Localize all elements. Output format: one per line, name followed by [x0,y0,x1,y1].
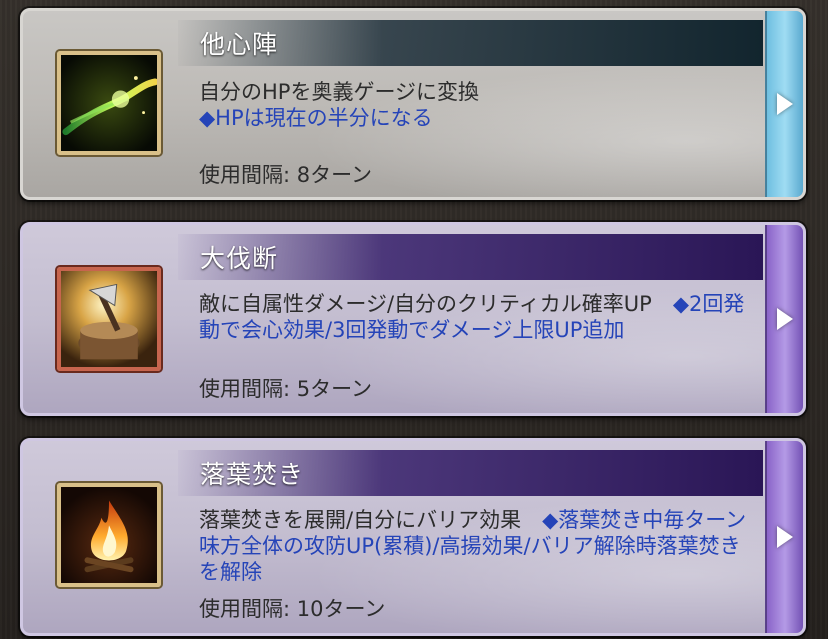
skill-description-main: 自分のHPを奥義ゲージに変換 [199,80,480,104]
green-wave-icon [57,51,161,155]
expand-arrow-button[interactable] [765,441,803,633]
skill-name: 落葉焚き [200,460,305,489]
expand-arrow-button[interactable] [765,225,803,413]
arrow-right-icon [777,308,793,330]
skill-name: 他心陣 [200,30,279,59]
arrow-right-icon [777,93,793,115]
skill-description-main: 落葉焚きを展開/自分にバリア効果 [199,508,543,532]
skill-title-bar: 他心陣 [178,20,763,66]
skill-name: 大伐断 [200,244,279,273]
expand-arrow-button[interactable] [765,11,803,197]
skill-description-note: ◆HPは現在の半分になる [199,106,433,130]
skill-description: 敵に自属性ダメージ/自分のクリティカル確率UP ◆2回発動で会心効果/3回発動で… [199,291,753,343]
skill-description: 落葉焚きを展開/自分にバリア効果 ◆落葉焚き中毎ターン味方全体の攻防UP(累積)… [199,507,753,585]
skill-interval: 使用間隔: 8ターン [199,163,373,187]
skill-title-bar: 大伐断 [178,234,763,280]
skill-title-bar: 落葉焚き [178,450,763,496]
skill-card-1[interactable]: 他心陣 自分のHPを奥義ゲージに変換 ◆HPは現在の半分になる 使用間隔: 8タ… [20,8,806,200]
skill-card-2[interactable]: 大伐断 敵に自属性ダメージ/自分のクリティカル確率UP ◆2回発動で会心効果/3… [20,222,806,416]
skill-interval: 使用間隔: 5ターン [199,377,373,401]
skill-card-3[interactable]: 落葉焚き 落葉焚きを展開/自分にバリア効果 ◆落葉焚き中毎ターン味方全体の攻防U… [20,438,806,636]
bonfire-icon [57,483,161,587]
skill-description-main: 敵に自属性ダメージ/自分のクリティカル確率UP [199,292,673,316]
skill-interval: 使用間隔: 10ターン [199,597,386,621]
arrow-right-icon [777,526,793,548]
skill-description: 自分のHPを奥義ゲージに変換 ◆HPは現在の半分になる [199,79,753,131]
axe-stump-icon [57,267,161,371]
